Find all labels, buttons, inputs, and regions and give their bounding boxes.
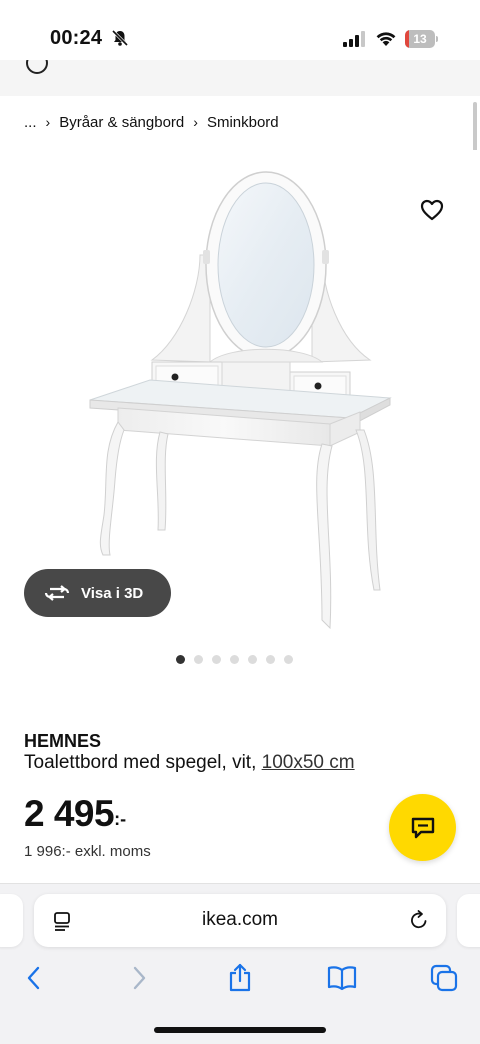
cellular-signal-icon: [343, 31, 365, 47]
view-in-3d-button[interactable]: Visa i 3D: [24, 569, 171, 617]
price-excl-vat: 1 996:- exkl. moms: [24, 843, 151, 860]
wifi-icon: [376, 32, 396, 46]
battery-icon: 13: [405, 30, 438, 48]
chevron-left-icon: [27, 966, 40, 990]
price: 2 495 :-: [24, 793, 126, 835]
carousel-dot[interactable]: [212, 655, 221, 664]
product-photo: [89, 171, 392, 630]
product-name: HEMNES: [24, 731, 102, 751]
share-button[interactable]: [224, 962, 256, 994]
reload-icon[interactable]: [408, 909, 430, 931]
previous-tab-preview[interactable]: [0, 894, 23, 947]
circle-icon: [26, 60, 48, 74]
price-amount: 2 495: [24, 793, 115, 834]
carousel-dots: [176, 655, 293, 665]
tabs-icon: [430, 964, 458, 992]
chevron-right-icon: ›: [193, 114, 198, 130]
breadcrumb: ... › Byråar & sängbord › Sminkbord: [24, 112, 279, 132]
browser-nav-row: [0, 962, 480, 994]
url-text[interactable]: ikea.com: [34, 909, 446, 931]
share-icon: [229, 963, 251, 992]
bookmarks-button[interactable]: [326, 962, 358, 994]
chat-button[interactable]: [389, 794, 456, 861]
carousel-dot[interactable]: [194, 655, 203, 664]
product-image[interactable]: [0, 150, 480, 640]
tabs-button[interactable]: [428, 962, 460, 994]
carousel-dot[interactable]: [230, 655, 239, 664]
home-indicator: [154, 1027, 326, 1033]
status-time: 00:24: [50, 27, 103, 49]
chevron-right-icon: ›: [45, 114, 51, 130]
product-description: Toalettbord med spegel, vit, 100x50 cm: [24, 752, 355, 774]
heart-icon: [420, 199, 444, 221]
back-button[interactable]: [18, 962, 50, 994]
rotate-3d-icon: [44, 585, 70, 601]
breadcrumb-ellipsis[interactable]: ...: [24, 114, 37, 131]
address-bar[interactable]: ikea.com: [34, 894, 446, 947]
carousel-dot[interactable]: [266, 655, 275, 664]
carousel-dot[interactable]: [176, 655, 185, 664]
view-in-3d-label: Visa i 3D: [81, 584, 144, 602]
header-cutoff: [0, 60, 480, 96]
breadcrumb-dressing-tables[interactable]: Sminkbord: [207, 114, 279, 131]
chat-icon: [411, 817, 434, 838]
product-size-link[interactable]: 100x50 cm: [262, 752, 355, 773]
battery-level: 13: [413, 32, 427, 46]
chevron-right-icon: [133, 966, 146, 990]
book-icon: [327, 966, 357, 991]
carousel-dot[interactable]: [284, 655, 293, 664]
price-suffix: :-: [114, 809, 127, 829]
carousel-dot[interactable]: [248, 655, 257, 664]
bell-slash-icon: [111, 29, 129, 47]
breadcrumb-dressers-nightstands[interactable]: Byråar & sängbord: [59, 114, 184, 131]
product-description-text: Toalettbord med spegel, vit,: [24, 752, 257, 773]
next-tab-preview[interactable]: [457, 894, 480, 947]
favorite-button[interactable]: [416, 194, 448, 226]
browser-toolbar: ikea.com: [0, 883, 480, 1044]
forward-button[interactable]: [123, 962, 155, 994]
